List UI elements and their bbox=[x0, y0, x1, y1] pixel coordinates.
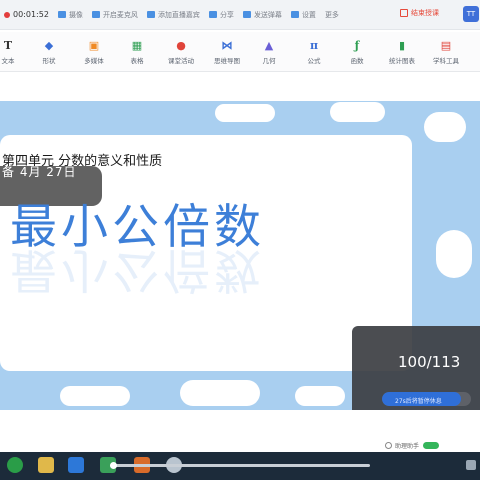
add-guest-icon bbox=[146, 11, 155, 18]
tool-table[interactable]: ▦ 表格 bbox=[114, 39, 160, 65]
shape-icon: ◆ bbox=[44, 39, 54, 52]
cloud-decoration bbox=[295, 386, 345, 406]
text-icon: T bbox=[3, 39, 13, 52]
mindmap-icon: ⋈ bbox=[221, 39, 233, 52]
progress-status: 27s后将暂停休息 bbox=[395, 398, 442, 405]
cloud-decoration bbox=[180, 380, 260, 406]
table-icon: ▦ bbox=[131, 39, 143, 52]
slide-date: 备 4月 27日 bbox=[2, 165, 77, 179]
toggle-switch[interactable] bbox=[423, 442, 440, 449]
settings-button[interactable]: 设置 bbox=[290, 10, 316, 20]
tool-label: 学科工具 bbox=[433, 57, 459, 65]
more-button[interactable]: 更多 bbox=[325, 10, 339, 20]
end-class-button[interactable]: 结束授课 bbox=[400, 8, 439, 18]
activity-icon: ● bbox=[176, 39, 186, 52]
insert-toolbar: T 文本 ◆ 形状 ▣ 多媒体 ▦ 表格 ● 课堂活动 ⋈ 思维导图 ▲ 几何 … bbox=[0, 32, 480, 72]
formula-icon: π bbox=[309, 39, 319, 52]
camera-button[interactable]: 摄像 bbox=[57, 10, 83, 20]
media-icon: ▣ bbox=[88, 39, 100, 52]
slide-title-reflection: 最小公倍数 bbox=[10, 242, 265, 297]
tool-chart[interactable]: ▮ 统计图表 bbox=[379, 39, 425, 65]
tool-label: 课堂活动 bbox=[168, 57, 194, 65]
geometry-icon: ▲ bbox=[264, 39, 274, 52]
folder-icon[interactable] bbox=[38, 457, 54, 473]
share-button[interactable]: 分享 bbox=[208, 10, 234, 20]
tool-subject-tools[interactable]: ▤ 学科工具 bbox=[423, 39, 469, 65]
tool-label: 统计图表 bbox=[389, 57, 415, 65]
tool-shape[interactable]: ◆ 形状 bbox=[26, 39, 72, 65]
tool-label: 公式 bbox=[307, 57, 321, 65]
cloud-decoration bbox=[330, 102, 385, 122]
tool-label: 思维导图 bbox=[214, 57, 240, 65]
tool-label: 几何 bbox=[262, 57, 276, 65]
add-guest-label: 添加直播嘉宾 bbox=[157, 10, 200, 19]
end-class-label: 结束授课 bbox=[411, 9, 439, 17]
playback-scrubber[interactable] bbox=[110, 462, 370, 469]
cloud-decoration bbox=[436, 230, 472, 278]
more-label: 更多 bbox=[324, 10, 339, 19]
subject-tools-icon: ▤ bbox=[440, 39, 452, 52]
tool-label: 函数 bbox=[350, 57, 364, 65]
assistant-label: 助理助手 bbox=[395, 443, 420, 450]
tool-mindmap[interactable]: ⋈ 思维导图 bbox=[204, 39, 250, 65]
page-counter: 100/113 bbox=[398, 353, 461, 371]
recording-dot-icon bbox=[4, 11, 10, 18]
add-guest-button[interactable]: 添加直播嘉宾 bbox=[146, 10, 200, 20]
timer-text: 00:01:52 bbox=[13, 10, 49, 19]
gear-icon bbox=[290, 11, 299, 18]
assistant-icon bbox=[385, 442, 392, 449]
app-window: 00:01:52 摄像 开启麦克风 添加直播嘉宾 分享 发送弹幕 设置 更多 结… bbox=[0, 0, 480, 480]
shield-app-icon[interactable] bbox=[68, 457, 84, 473]
live-timer: 00:01:52 bbox=[4, 10, 49, 19]
camera-icon bbox=[57, 11, 66, 18]
tool-formula[interactable]: π 公式 bbox=[291, 39, 337, 65]
mic-button[interactable]: 开启麦克风 bbox=[91, 10, 138, 20]
avatar[interactable]: TT bbox=[463, 6, 479, 22]
settings-label: 设置 bbox=[301, 10, 316, 19]
danmaku-button[interactable]: 发送弹幕 bbox=[242, 10, 282, 20]
start-menu-icon[interactable] bbox=[7, 457, 23, 473]
cloud-decoration bbox=[215, 104, 275, 122]
tool-label: 表格 bbox=[130, 57, 144, 65]
tool-media[interactable]: ▣ 多媒体 bbox=[71, 39, 117, 65]
tool-activity[interactable]: ● 课堂活动 bbox=[158, 39, 204, 65]
scrubber-handle[interactable] bbox=[110, 462, 117, 469]
function-icon: ƒ bbox=[354, 39, 360, 52]
cloud-decoration bbox=[424, 112, 466, 142]
exit-icon bbox=[400, 9, 408, 17]
share-icon bbox=[208, 11, 217, 18]
status-bar: 00:01:52 摄像 开启麦克风 添加直播嘉宾 分享 发送弹幕 设置 更多 结… bbox=[0, 0, 480, 30]
tool-label: 文本 bbox=[1, 57, 15, 65]
tool-label: 形状 bbox=[42, 57, 56, 65]
danmaku-label: 发送弹幕 bbox=[253, 10, 282, 19]
share-label: 分享 bbox=[219, 10, 234, 19]
chart-icon: ▮ bbox=[398, 39, 406, 52]
tool-function[interactable]: ƒ 函数 bbox=[334, 39, 380, 65]
tool-label: 多媒体 bbox=[84, 57, 104, 65]
mic-icon bbox=[91, 11, 100, 18]
assistant-toggle[interactable]: 助理助手 bbox=[385, 441, 440, 450]
notification-icon[interactable] bbox=[466, 460, 476, 470]
tool-geometry[interactable]: ▲ 几何 bbox=[246, 39, 292, 65]
camera-label: 摄像 bbox=[68, 10, 83, 19]
danmaku-icon bbox=[242, 11, 251, 18]
cloud-decoration bbox=[60, 386, 130, 406]
mic-label: 开启麦克风 bbox=[102, 10, 138, 19]
